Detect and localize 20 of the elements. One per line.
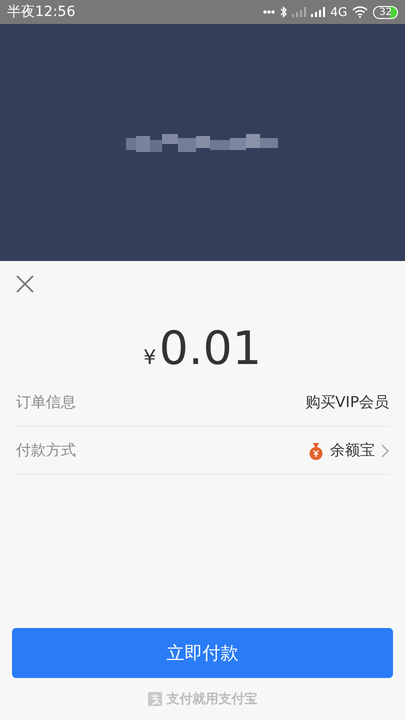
row-label: 付款方式: [16, 441, 76, 460]
chevron-right-icon: [381, 444, 389, 458]
money-bag-icon: [308, 442, 324, 460]
wifi-icon: [352, 6, 368, 18]
bluetooth-icon: [280, 6, 288, 18]
alipay-logo-icon: [148, 692, 162, 706]
footer-text: 支付就用支付宝: [166, 690, 258, 708]
close-button[interactable]: [16, 275, 34, 293]
signal-icon: [311, 7, 326, 17]
amount-value: 0.01: [159, 323, 262, 373]
payment-method-row[interactable]: 付款方式 余额宝: [16, 427, 389, 475]
row-label: 订单信息: [16, 393, 76, 412]
status-time: 半夜12:56: [7, 3, 76, 21]
signal-icon: [292, 7, 306, 17]
dots-icon: [263, 10, 276, 14]
network-label: 4G: [330, 5, 348, 19]
currency-symbol: ¥: [143, 345, 156, 369]
row-value: 余额宝: [330, 441, 375, 460]
pay-button[interactable]: 立即付款: [12, 628, 393, 678]
row-value: 购买VIP会员: [305, 393, 389, 412]
